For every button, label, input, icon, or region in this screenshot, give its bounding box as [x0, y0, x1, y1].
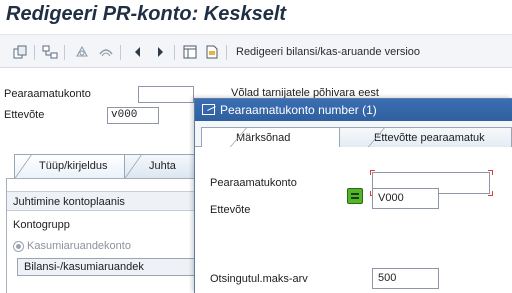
required-marker	[370, 170, 375, 175]
tab-keywords[interactable]: Märksõnad	[201, 127, 351, 148]
dialog-body: Pearaamatukonto Ettevõte V000 Otsingutul…	[195, 147, 512, 293]
account-label: Pearaamatukonto	[4, 88, 91, 100]
search-dialog: Pearaamatukonto number (1) Märksõnad Ett…	[194, 98, 512, 293]
max-hits-label: Otsingutul.maks-arv	[210, 273, 308, 285]
other-object-icon[interactable]	[98, 44, 114, 60]
dialog-title-text: Pearaamatukonto number (1)	[220, 103, 377, 117]
tab-company-gl[interactable]: Ettevõtte pearaamatuk	[339, 127, 512, 148]
max-hits-input[interactable]: 500	[372, 268, 439, 289]
panel-header: Juhtimine kontoplaanis	[7, 191, 205, 211]
tab-control[interactable]: Juhta	[124, 154, 204, 178]
dialog-account-label: Pearaamatukonto	[210, 177, 297, 189]
hierarchy-icon[interactable]	[42, 44, 58, 60]
tab-type-description[interactable]: Tüüp/kirjeldus	[14, 154, 126, 178]
document-icon[interactable]	[204, 44, 220, 60]
copy-icon[interactable]	[12, 44, 28, 60]
dialog-company-label: Ettevõte	[210, 204, 251, 216]
dialog-company-input[interactable]: V000	[372, 188, 439, 209]
tab-keywords-label: Märksõnad	[236, 132, 291, 144]
account-group-label: Kontogrupp	[13, 219, 70, 231]
account-input[interactable]	[138, 86, 194, 103]
toolbar: Redigeeri bilansi/kas-aruande versioo	[0, 34, 512, 68]
next-icon[interactable]	[152, 44, 168, 60]
dialog-tab-strip: Märksõnad Ettevõtte pearaamatuk	[195, 121, 512, 148]
required-marker	[488, 191, 493, 196]
income-statement-radio[interactable]	[13, 241, 24, 252]
multiple-selection-icon[interactable]	[347, 188, 363, 204]
page-title: Redigeeri PR-konto: Keskselt	[6, 3, 287, 25]
dialog-title: Pearaamatukonto number (1)	[195, 99, 512, 121]
tab-company-gl-label: Ettevõtte pearaamatuk	[374, 132, 485, 144]
income-statement-label: Kasumiaruandekonto	[27, 240, 131, 252]
control-panel: Juhtimine kontoplaanis Kontogrupp Kasumi…	[6, 178, 206, 293]
where-used-icon[interactable]	[182, 44, 198, 60]
title-bar: Redigeeri PR-konto: Keskselt	[0, 0, 512, 34]
edit-balance-sheet-button[interactable]: Redigeeri bilansi/kas-aruande versioo	[236, 46, 420, 58]
company-label: Ettevõte	[4, 109, 45, 121]
required-marker	[488, 170, 493, 175]
previous-icon[interactable]	[130, 44, 146, 60]
company-input[interactable]: v000	[107, 107, 159, 124]
dialog-window-icon	[202, 104, 215, 115]
balance-sheet-button[interactable]: Bilansi-/kasumiaruandek	[17, 258, 205, 276]
display-change-icon[interactable]	[74, 44, 90, 60]
